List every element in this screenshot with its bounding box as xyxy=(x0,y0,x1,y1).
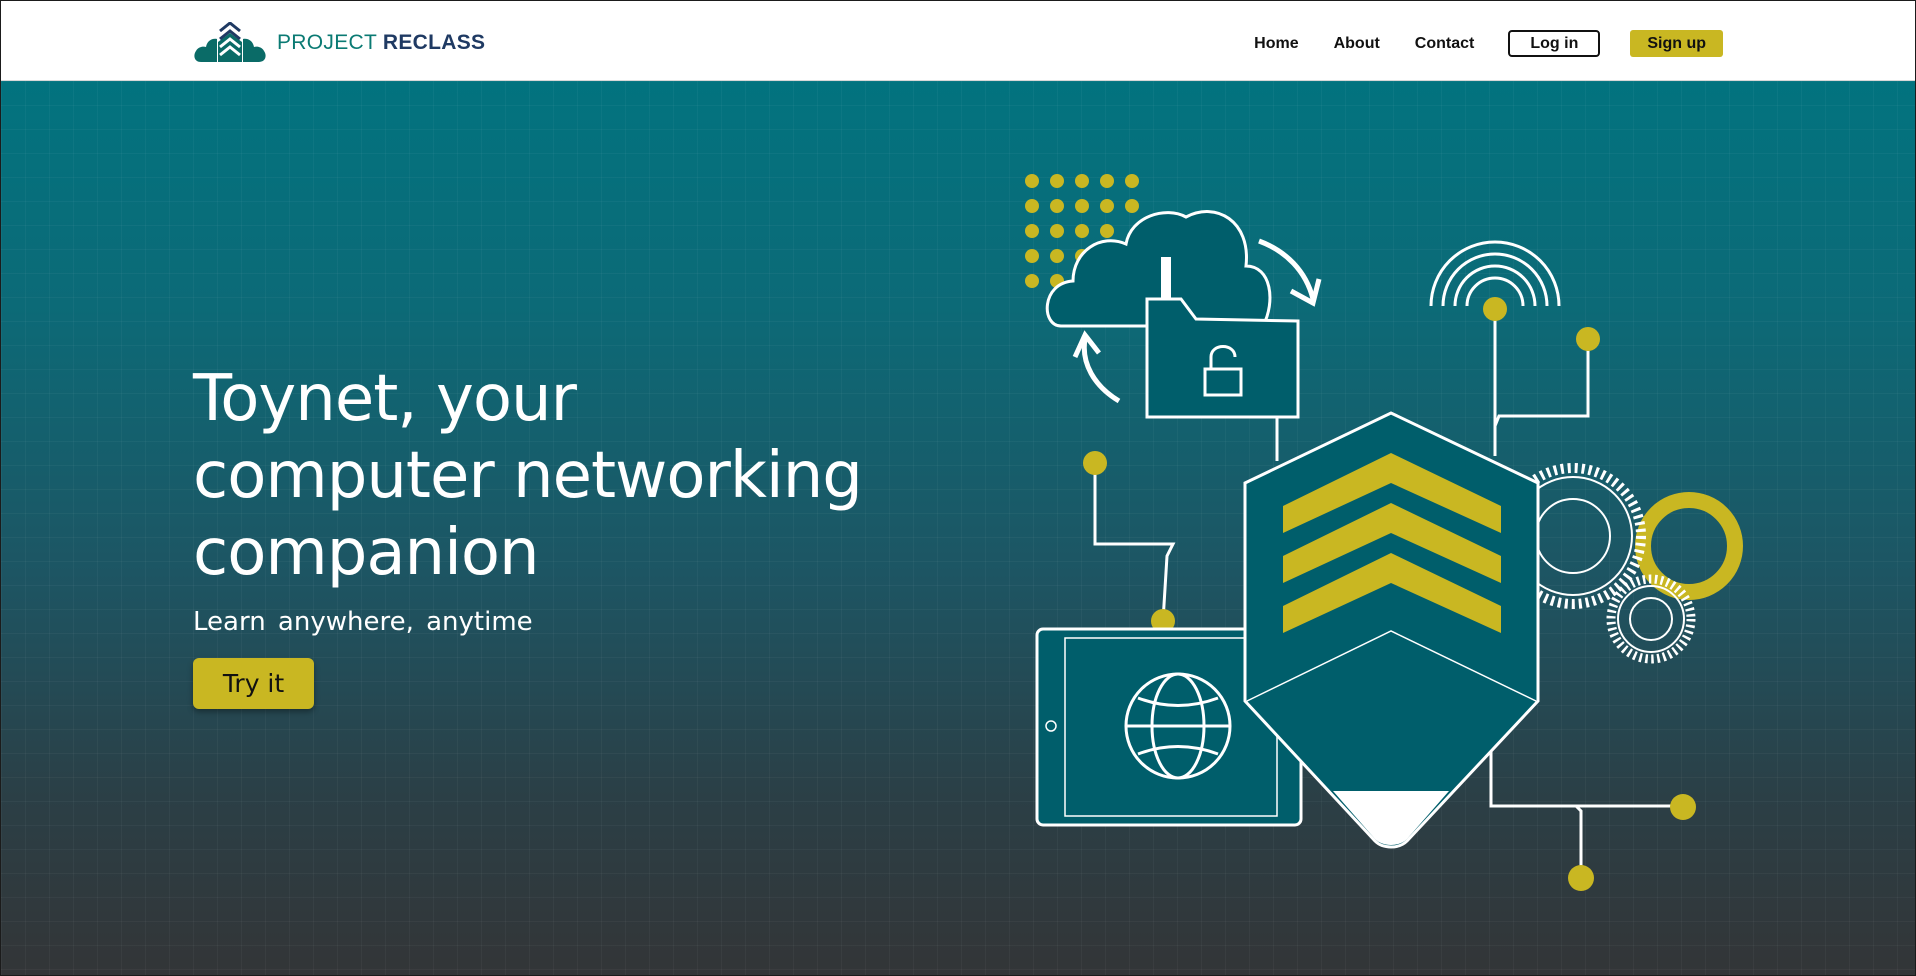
page: PROJECT RECLASS Home About Contact Log i… xyxy=(0,0,1916,976)
nav-about-link[interactable]: About xyxy=(1334,35,1380,53)
navbar: PROJECT RECLASS Home About Contact Log i… xyxy=(1,1,1915,81)
login-button[interactable]: Log in xyxy=(1508,30,1601,57)
hero-subtitle: Learn anywhere, anytime xyxy=(193,607,533,637)
brand-name-bold: RECLASS xyxy=(382,30,486,54)
wifi-signal-icon xyxy=(1429,240,1561,307)
signup-button[interactable]: Sign up xyxy=(1630,30,1723,57)
headline-line-3: companion xyxy=(193,516,540,590)
cloud-chevron-icon xyxy=(194,22,266,62)
network-illustration xyxy=(1025,174,1743,891)
main-nav: Home About Contact Log in Sign up xyxy=(1219,30,1723,57)
cloud-folder-lock-icon xyxy=(1045,210,1322,419)
nav-home-link[interactable]: Home xyxy=(1254,35,1298,53)
nav-contact-link[interactable]: Contact xyxy=(1415,35,1475,53)
try-it-button[interactable]: Try it xyxy=(193,658,314,709)
brand-name: PROJECT RECLASS xyxy=(277,32,485,53)
headline-line-1: Toynet, your xyxy=(193,362,577,436)
headline-line-2: computer networking xyxy=(193,439,863,513)
hero-headline: Toynet, your computer networking compani… xyxy=(193,361,863,592)
brand-logo[interactable]: PROJECT RECLASS xyxy=(193,21,485,63)
brand-name-light: PROJECT xyxy=(277,30,377,54)
